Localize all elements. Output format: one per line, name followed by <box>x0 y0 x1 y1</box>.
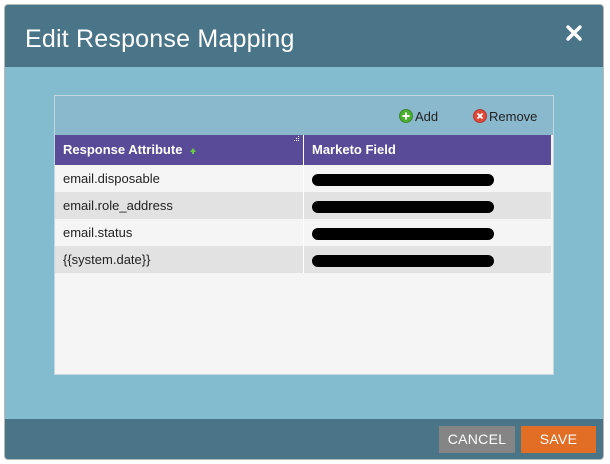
dialog-footer: CANCEL SAVE <box>5 419 603 459</box>
sort-icon <box>190 147 197 154</box>
add-button[interactable]: Add <box>399 107 438 125</box>
response-attribute-cell[interactable]: email.role_address <box>55 192 304 219</box>
close-icon[interactable] <box>565 24 583 42</box>
table-row[interactable]: email.role_address <box>55 192 551 219</box>
redacted-value <box>312 228 494 240</box>
redacted-value <box>312 201 494 213</box>
grid-toolbar: Add Remove <box>55 96 553 135</box>
grid-header: Response Attribute Marketo Field <box>55 135 551 165</box>
column-header-marketo-field[interactable]: Marketo Field <box>304 135 551 165</box>
marketo-field-cell[interactable] <box>304 219 551 246</box>
dialog-titlebar: Edit Response Mapping <box>5 5 603 67</box>
marketo-field-cell[interactable] <box>304 165 551 192</box>
column-resize-handle-icon[interactable] <box>292 136 300 144</box>
response-attribute-cell[interactable]: email.status <box>55 219 304 246</box>
remove-circle-icon <box>473 109 487 123</box>
table-row[interactable]: {{system.date}} <box>55 246 551 273</box>
marketo-field-cell[interactable] <box>304 246 551 273</box>
mapping-panel: Add Remove Response Attribute Marketo Fi… <box>54 95 554 375</box>
add-label: Add <box>415 108 439 124</box>
grid-body: email.disposable email.role_address emai… <box>55 165 551 273</box>
response-attribute-cell[interactable]: email.disposable <box>55 165 304 192</box>
save-button[interactable]: SAVE <box>521 426 596 453</box>
table-row[interactable]: email.disposable <box>55 165 551 192</box>
redacted-value <box>312 174 494 186</box>
remove-label: Remove <box>489 108 538 124</box>
marketo-field-cell[interactable] <box>304 192 551 219</box>
table-row[interactable]: email.status <box>55 219 551 246</box>
dialog-title: Edit Response Mapping <box>25 25 295 53</box>
cancel-button[interactable]: CANCEL <box>439 426 515 453</box>
redacted-value <box>312 255 494 267</box>
plus-circle-icon <box>399 109 413 123</box>
column-header-response-attribute[interactable]: Response Attribute <box>55 135 304 165</box>
edit-response-mapping-dialog: Edit Response Mapping Add Remove Respons… <box>4 4 604 460</box>
response-attribute-cell[interactable]: {{system.date}} <box>55 246 304 273</box>
remove-button[interactable]: Remove <box>473 107 537 125</box>
